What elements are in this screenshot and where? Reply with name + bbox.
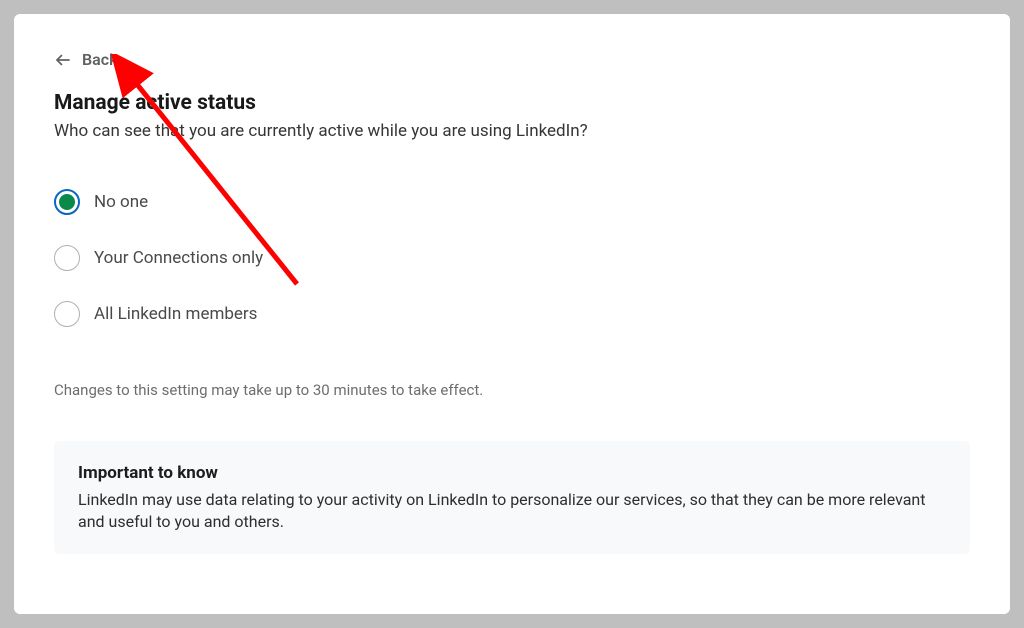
radio-option-connections-only[interactable]: Your Connections only [54,245,970,271]
info-title: Important to know [78,463,946,483]
radio-icon [54,189,80,215]
radio-icon [54,301,80,327]
arrow-left-icon [54,51,72,69]
back-button[interactable]: Back [54,50,118,69]
radio-option-no-one[interactable]: No one [54,189,970,215]
settings-card: Back Manage active status Who can see th… [14,14,1010,614]
back-label: Back [82,50,118,69]
radio-option-all-members[interactable]: All LinkedIn members [54,301,970,327]
radio-label: Your Connections only [94,248,263,268]
page-subtitle: Who can see that you are currently activ… [54,121,970,141]
info-box: Important to know LinkedIn may use data … [54,441,970,554]
settings-note: Changes to this setting may take up to 3… [54,381,970,399]
page-title: Manage active status [54,91,970,115]
info-body: LinkedIn may use data relating to your a… [78,489,946,532]
radio-label: All LinkedIn members [94,304,257,324]
radio-icon [54,245,80,271]
radio-label: No one [94,192,148,212]
radio-group: No one Your Connections only All LinkedI… [54,189,970,327]
